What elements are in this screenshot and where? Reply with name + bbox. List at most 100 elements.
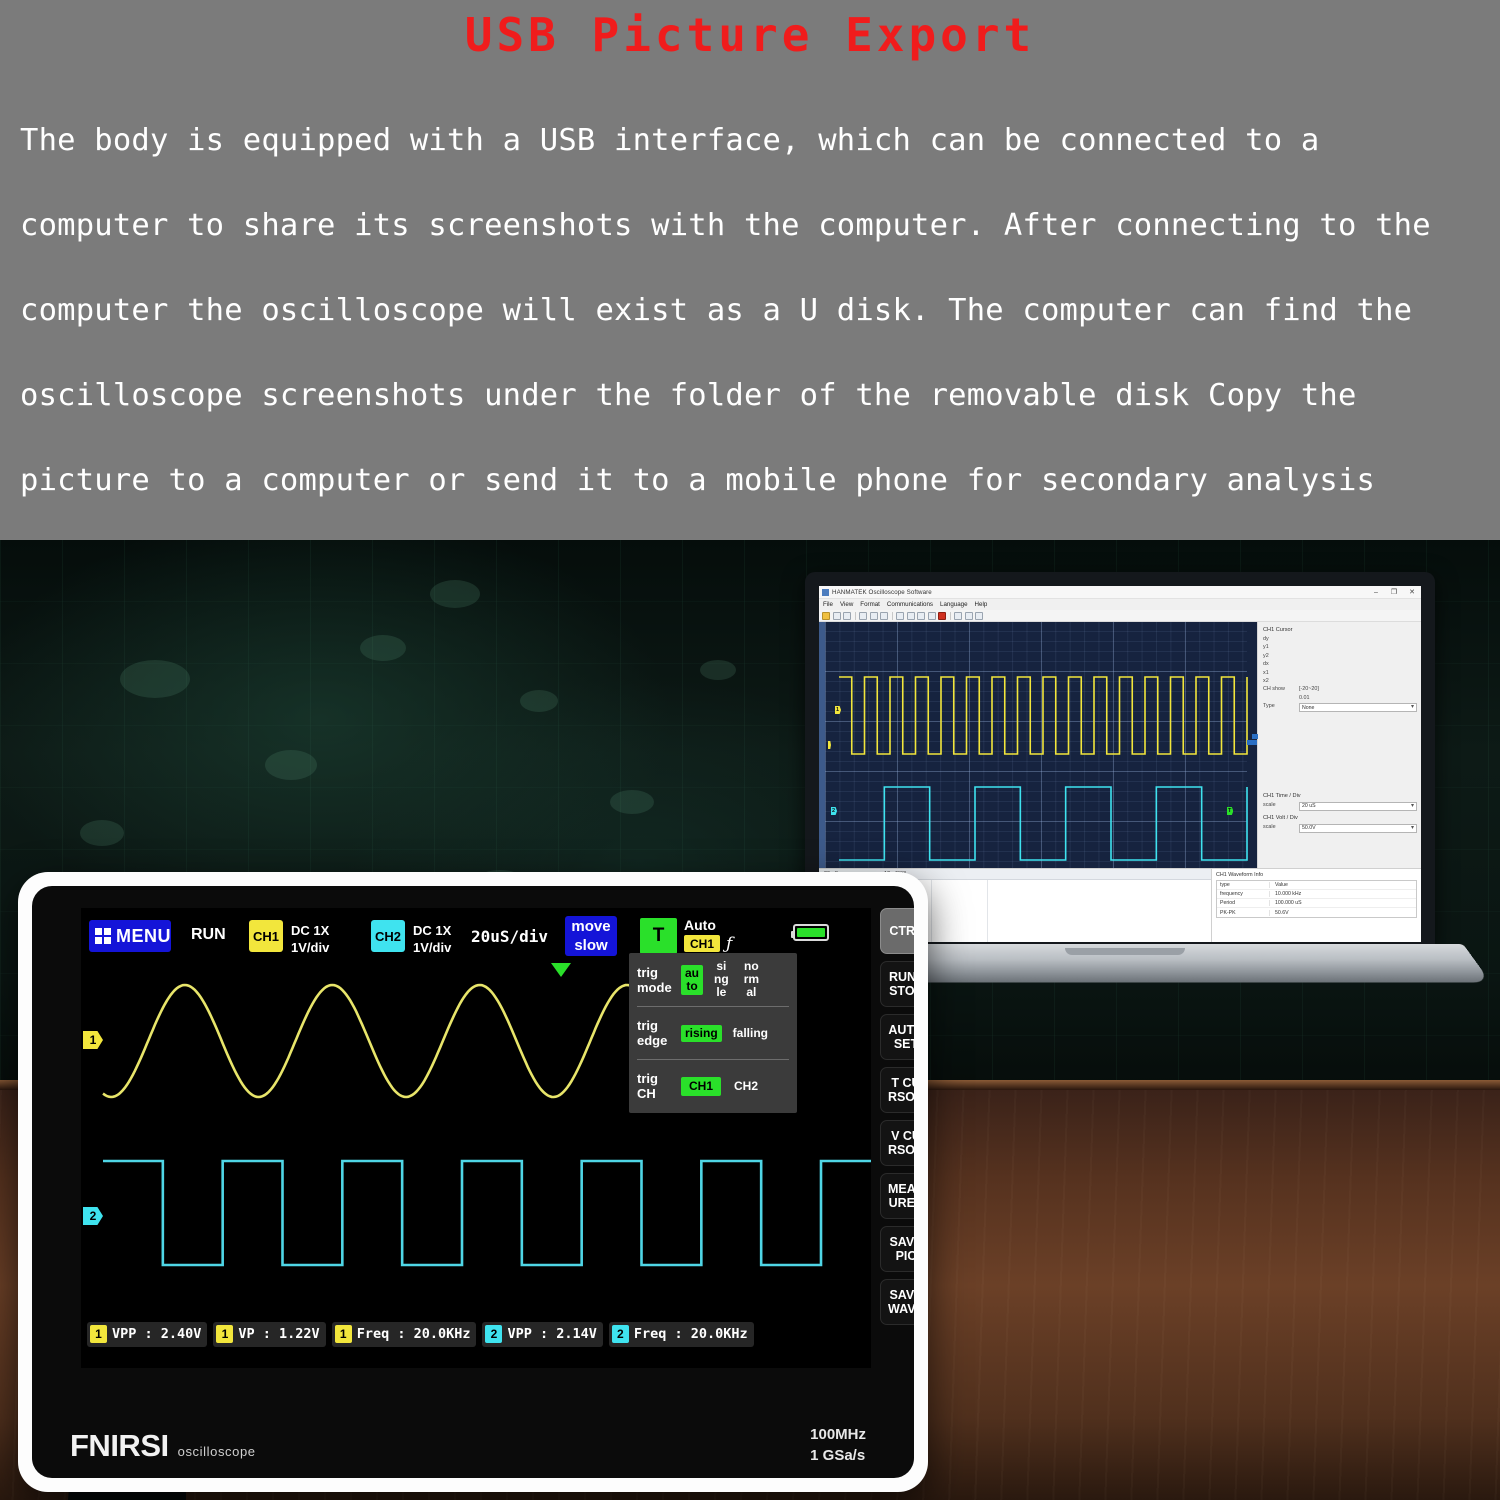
- trig-ch-ch2[interactable]: CH2: [728, 1077, 764, 1096]
- software-trigger-level-handle[interactable]: [1247, 740, 1257, 745]
- measurement-value: VP : 1.22V: [238, 1326, 320, 1342]
- control-button-line: T CU: [891, 1076, 914, 1090]
- cursor-icon[interactable]: [917, 611, 925, 620]
- move-label-line1: move: [571, 918, 611, 935]
- trig-mode-single[interactable]: si ng le: [710, 958, 733, 1001]
- refresh-icon[interactable]: [927, 611, 936, 620]
- control-button-auto-set[interactable]: AUTOSET: [880, 1014, 914, 1060]
- volt-div-select[interactable]: 50.0V: [1299, 823, 1417, 833]
- app-menu-bar: File View Format Communications Language…: [819, 599, 1421, 610]
- cursor-field-dy: dy: [1263, 636, 1417, 642]
- trig-mode-auto[interactable]: au to: [681, 964, 704, 995]
- menu-item-view[interactable]: View: [840, 601, 853, 608]
- oscilloscope-screen[interactable]: MENU RUN CH1 DC 1X 1V/div CH2 DC 1X 1V/d…: [81, 908, 871, 1368]
- cursor-label-x1: x1: [1263, 669, 1269, 676]
- app-title-text: HANMATEK Oscilloscope Software: [832, 588, 932, 596]
- trigger-settings-menu[interactable]: trig mode au to si ng le no rm al trig e…: [629, 953, 797, 1113]
- split-view-icon[interactable]: [869, 611, 878, 620]
- cursor-type-select[interactable]: None: [1299, 703, 1417, 713]
- run-state-label[interactable]: RUN: [191, 926, 226, 944]
- open-file-icon[interactable]: [822, 611, 830, 620]
- spec-labels: 100MHz 1 GSa/s: [810, 1424, 866, 1466]
- measurement-channel-badge: 2: [611, 1325, 629, 1343]
- control-button-ctrl[interactable]: CTRL: [880, 908, 914, 954]
- time-div-select[interactable]: 20 uS: [1299, 801, 1417, 811]
- grid-view-icon[interactable]: [880, 611, 888, 620]
- help-icon[interactable]: [975, 611, 983, 620]
- trig-ch-options: CH1 CH2: [681, 1076, 764, 1096]
- time-div-row: scale 20 uS: [1263, 801, 1417, 811]
- trig-mode-label-1: trig: [637, 964, 658, 980]
- measure-icon[interactable]: [954, 611, 962, 620]
- menu-item-language[interactable]: Language: [940, 601, 968, 608]
- cursor-field-x1: x1: [1263, 670, 1417, 676]
- measurement-chip[interactable]: 2 Freq : 20.0KHz: [608, 1321, 754, 1347]
- table-icon[interactable]: [964, 611, 973, 620]
- control-button-meas-ures[interactable]: MEASURES: [880, 1173, 914, 1219]
- time-per-div-label[interactable]: 20uS/div: [471, 927, 548, 946]
- single-view-icon[interactable]: [859, 611, 867, 620]
- trigger-slope-icon: ƒ: [726, 934, 733, 954]
- wall-dot: [360, 635, 406, 661]
- move-speed-button[interactable]: move slow: [565, 916, 617, 956]
- battery-icon: [791, 924, 829, 941]
- control-button-v-cu-rsor[interactable]: V CURSOR: [880, 1120, 914, 1166]
- trigger-icon[interactable]: T: [640, 918, 677, 954]
- trigger-source-tag[interactable]: CH1: [684, 935, 720, 952]
- ch-show-sub-value: 0.01: [1299, 694, 1310, 701]
- menu-item-help[interactable]: Help: [975, 601, 988, 608]
- print-icon[interactable]: [843, 611, 851, 620]
- zoom-out-icon[interactable]: [896, 611, 904, 620]
- wf-col-type: type: [1220, 882, 1230, 888]
- measurement-chip[interactable]: 1 VP : 1.22V: [213, 1321, 326, 1347]
- menu-button[interactable]: MENU: [89, 920, 171, 952]
- waveform-info-caption: CH1 Waveform Info: [1216, 872, 1264, 878]
- control-button-line: MEAS: [887, 1182, 914, 1196]
- cursor-field-y1: y1: [1263, 644, 1417, 650]
- panel-resize-handle[interactable]: [1252, 734, 1258, 739]
- description-panel: USB Picture Export The body is equipped …: [0, 0, 1500, 540]
- measurement-chip[interactable]: 2 VPP : 2.14V: [482, 1321, 603, 1347]
- toolbar-separator-3: [949, 611, 951, 620]
- wall-dot: [430, 580, 480, 608]
- control-button-line: AUTO: [888, 1023, 914, 1037]
- cursor-field-dx: dx: [1263, 661, 1417, 667]
- ch1-tag[interactable]: CH1: [249, 920, 283, 952]
- control-button-run-stop[interactable]: RUN /STOP: [880, 961, 914, 1007]
- cursor-label-y2: y2: [1263, 652, 1269, 659]
- stop-icon[interactable]: [938, 611, 946, 620]
- trig-edge-label-1: trig: [637, 1018, 658, 1033]
- zoom-in-icon[interactable]: [906, 611, 915, 620]
- menu-item-file[interactable]: File: [823, 601, 833, 608]
- panel-spacer: [1263, 715, 1417, 793]
- trig-edge-rising[interactable]: rising: [681, 1024, 722, 1042]
- measurement-chip[interactable]: 1 VPP : 2.40V: [87, 1321, 208, 1347]
- menu-item-communications[interactable]: Communications: [887, 601, 933, 608]
- trig-edge-falling[interactable]: falling: [729, 1025, 772, 1042]
- close-button[interactable]: ✕: [1403, 586, 1421, 599]
- measurement-bar: 1 VPP : 2.40V 1 VP : 1.22V 1 Freq : 20.0KHz 2 V…: [87, 1320, 867, 1348]
- control-button-line: PIC: [895, 1249, 914, 1263]
- wf-row-pkpk-value: 50.6V: [1269, 909, 1416, 916]
- menu-button-label: MENU: [116, 925, 171, 946]
- cursor-settings-panel: CH1 Cursor dy y1 y2 dx x1 x2 CH show [-2…: [1252, 622, 1421, 868]
- maximize-button[interactable]: ❐: [1385, 586, 1403, 599]
- software-scope-canvas[interactable]: 1 2 T: [819, 622, 1257, 868]
- waveform-info-panel: CH1 Waveform Info type Value frequency 1…: [1211, 869, 1421, 942]
- wf-row-pkpk-type: PK-PK: [1220, 909, 1236, 916]
- minimize-button[interactable]: –: [1367, 586, 1385, 599]
- cursor-field-x2: x2: [1263, 678, 1417, 684]
- page-title: USB Picture Export: [464, 8, 1036, 62]
- control-button-t-cu-rsor[interactable]: T CURSOR: [880, 1067, 914, 1113]
- save-icon[interactable]: [832, 611, 841, 620]
- control-button-save-wave[interactable]: SAVEWAVE: [880, 1279, 914, 1325]
- trig-ch-ch1[interactable]: CH1: [681, 1076, 722, 1096]
- trig-mode-normal[interactable]: no rm al: [740, 958, 763, 1001]
- measurement-chip[interactable]: 1 Freq : 20.0KHz: [331, 1321, 477, 1347]
- ch2-tag[interactable]: CH2: [371, 920, 405, 952]
- ch2-coupling: DC 1X: [413, 923, 452, 938]
- volt-div-scale-label: scale: [1263, 823, 1276, 830]
- control-button-save-pic[interactable]: SAVEPIC: [880, 1226, 914, 1272]
- menu-item-format[interactable]: Format: [860, 601, 880, 608]
- trig-ch-label-2: CH: [637, 1086, 656, 1101]
